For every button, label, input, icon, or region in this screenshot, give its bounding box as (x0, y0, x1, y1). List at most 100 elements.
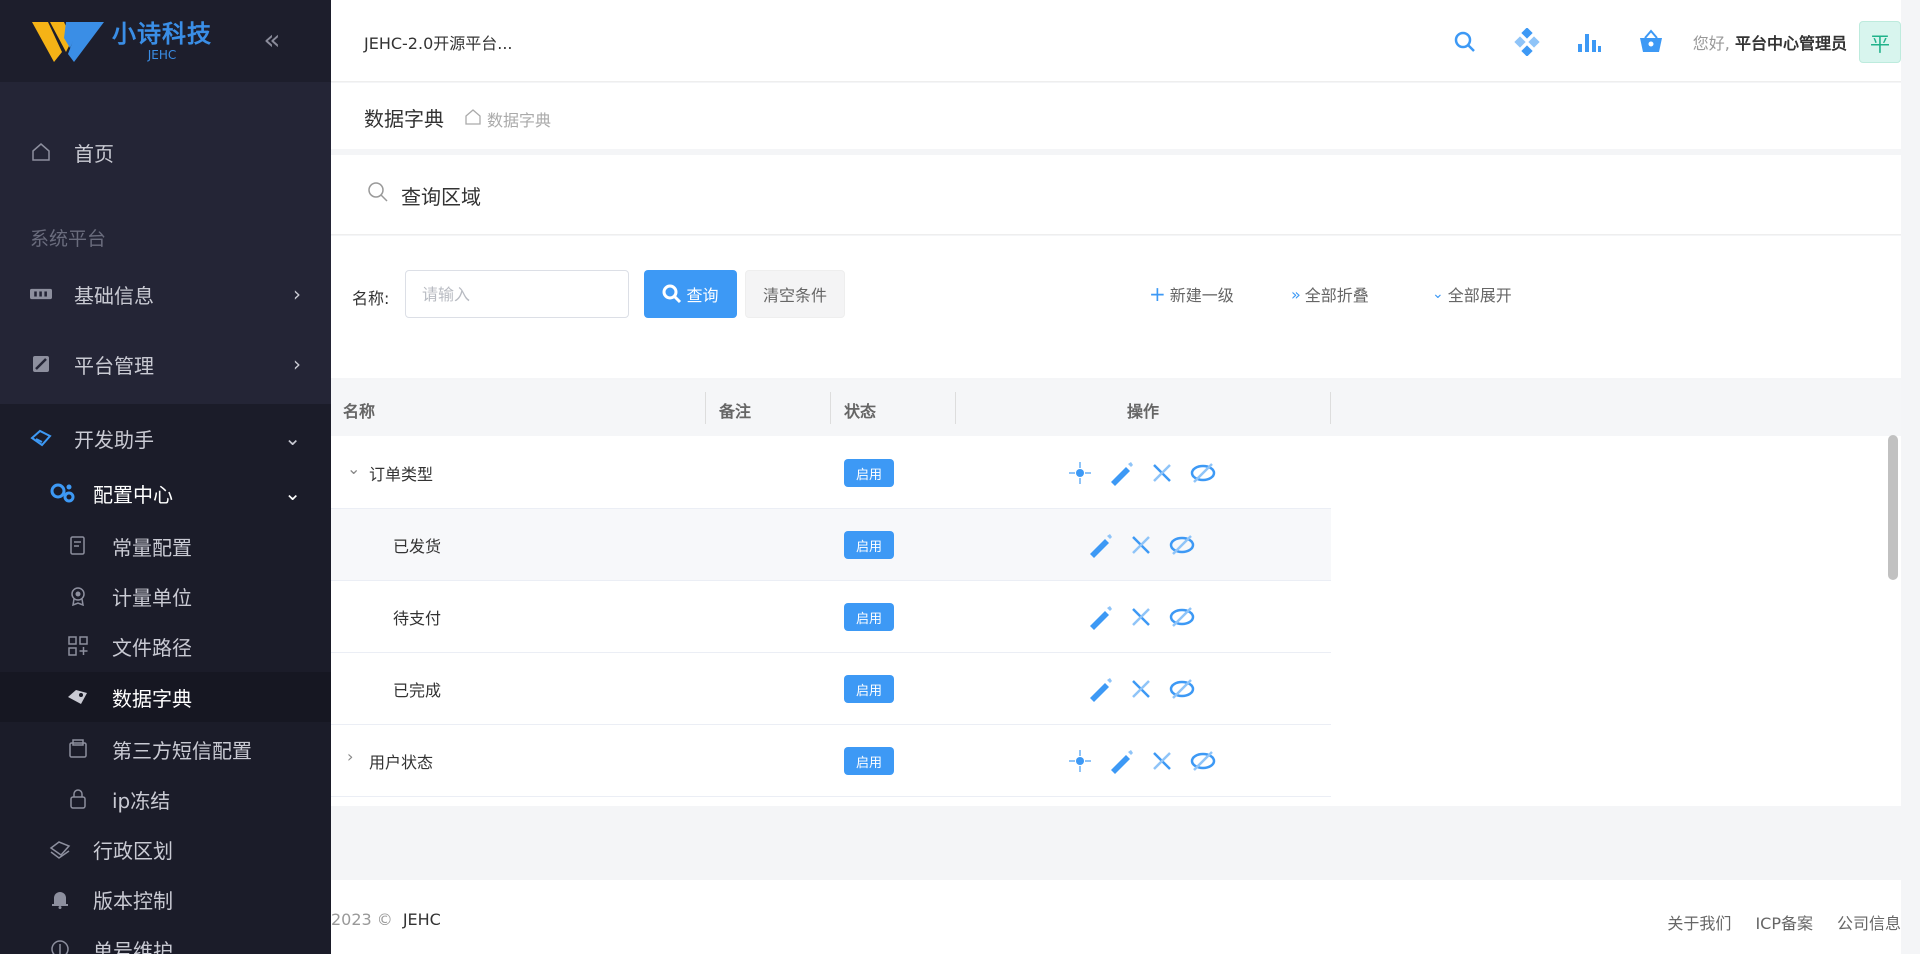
delete-icon[interactable] (1127, 675, 1154, 702)
clear-button[interactable]: 清空条件 (745, 270, 845, 318)
table-row[interactable]: 待支付 启用 (331, 581, 1331, 653)
delete-icon[interactable] (1148, 747, 1175, 774)
query-title: 查询区域 (401, 185, 481, 209)
sidebar-item-basic-info[interactable]: 基础信息 › (0, 264, 331, 324)
chevrons-down-icon: ⌄ (1432, 286, 1444, 302)
table-row[interactable]: 已发货 启用 (331, 509, 1331, 581)
sidebar-item-version-control[interactable]: 版本控制 (0, 876, 331, 922)
add-child-icon[interactable] (1066, 459, 1093, 486)
chevron-down-icon: ⌄ (284, 426, 301, 450)
row-name: 已完成 (393, 681, 442, 700)
status-badge: 启用 (844, 747, 894, 775)
disable-icon[interactable] (1189, 747, 1216, 774)
top-header: JEHC-2.0开源平台... 您好, 平台中心管理员 平 (331, 0, 1901, 82)
column-header-name[interactable]: 名称 (343, 398, 375, 422)
disable-icon[interactable] (1168, 531, 1195, 558)
edit-icon[interactable] (1086, 531, 1113, 558)
logo-subtitle: JEHC (147, 48, 177, 62)
delete-icon[interactable] (1127, 531, 1154, 558)
breadcrumb-item[interactable]: 数据字典 (487, 107, 551, 131)
sidebar-item-file-path[interactable]: 文件路径 (0, 623, 331, 669)
vertical-scrollbar[interactable] (1888, 435, 1898, 580)
delete-icon[interactable] (1127, 603, 1154, 630)
grid-icon (30, 283, 52, 305)
sidebar-item-label: 单号维护 (93, 938, 173, 954)
column-divider[interactable] (705, 392, 706, 424)
logo-title: 小诗科技 (112, 20, 212, 48)
document-edit-icon (67, 535, 89, 557)
sidebar-item-label: 行政区划 (93, 838, 173, 863)
search-icon[interactable] (1445, 22, 1485, 62)
footer-link-company[interactable]: 公司信息 (1837, 910, 1901, 934)
edit-icon[interactable] (1107, 747, 1134, 774)
footer-link-about[interactable]: 关于我们 (1667, 910, 1731, 934)
disable-icon[interactable] (1168, 603, 1195, 630)
sidebar-item-dev-assistant[interactable]: 开发助手 ⌄ (0, 408, 331, 468)
data-table: 名称 备注 状态 操作 ⌄ 订单类型 启用 已发货 启用 待支付 启用 已完成 … (331, 380, 1901, 806)
lock-icon (67, 788, 89, 810)
column-header-status[interactable]: 状态 (844, 398, 876, 422)
expand-all-label: 全部展开 (1447, 286, 1512, 305)
plus-icon: + (1149, 282, 1166, 306)
basket-icon[interactable] (1631, 22, 1671, 62)
sidebar-item-order-number[interactable]: 单号维护 (0, 926, 331, 954)
chevron-down-icon[interactable]: ⌄ (347, 459, 360, 478)
gears-icon (49, 482, 75, 504)
row-name: 订单类型 (369, 465, 434, 484)
page-title: 数据字典 (364, 107, 444, 131)
status-badge: 启用 (844, 603, 894, 631)
column-header-actions[interactable]: 操作 (1127, 398, 1159, 422)
sidebar-item-platform[interactable]: 平台管理 › (0, 334, 331, 394)
collapse-sidebar-icon[interactable]: « (257, 26, 287, 56)
add-child-icon[interactable] (1066, 747, 1093, 774)
breadcrumb: 数据字典 (465, 107, 551, 131)
sidebar-item-constants[interactable]: 常量配置 (0, 523, 331, 569)
sidebar-item-ip-freeze[interactable]: ip冻结 (0, 776, 331, 822)
bar-chart-icon[interactable] (1569, 22, 1609, 62)
user-name[interactable]: 平台中心管理员 (1735, 34, 1847, 53)
column-divider[interactable] (955, 392, 956, 424)
copyright: 2023 © JEHC (331, 910, 441, 929)
sidebar-item-sms-config[interactable]: 第三方短信配置 (0, 726, 331, 772)
footer-links: 关于我们 ICP备案 公司信息 (1667, 910, 1901, 934)
column-divider[interactable] (1330, 392, 1331, 424)
apps-diamond-icon[interactable] (1507, 22, 1547, 62)
home-icon[interactable] (465, 109, 481, 129)
logo-bar: 小诗科技 JEHC « (0, 0, 331, 82)
edit-icon[interactable] (1086, 675, 1113, 702)
name-input[interactable] (405, 270, 629, 318)
sidebar-item-label: 版本控制 (93, 888, 173, 913)
sidebar-item-label: 常量配置 (112, 535, 192, 560)
table-row[interactable]: ⌄ 订单类型 启用 (331, 437, 1331, 509)
delete-icon[interactable] (1148, 459, 1175, 486)
search-button[interactable]: 查询 (644, 270, 737, 318)
edit-icon[interactable] (1086, 603, 1113, 630)
table-header: 名称 备注 状态 操作 (331, 380, 1901, 436)
sidebar-item-units[interactable]: 计量单位 (0, 573, 331, 619)
bell-icon (49, 888, 71, 910)
disable-icon[interactable] (1168, 675, 1195, 702)
sidebar-item-config-center[interactable]: 配置中心 ⌄ (0, 468, 331, 518)
logo-mark-icon (30, 18, 106, 64)
sidebar-item-admin-division[interactable]: 行政区划 (0, 826, 331, 872)
table-row[interactable]: 已完成 启用 (331, 653, 1331, 725)
chevron-right-icon[interactable]: › (347, 747, 353, 766)
new-top-level-button[interactable]: + 新建一级 (1149, 282, 1234, 306)
expand-all-button[interactable]: ⌄ 全部展开 (1432, 282, 1512, 306)
footer-link-icp[interactable]: ICP备案 (1755, 910, 1813, 934)
header-actions: 您好, 平台中心管理员 平 (1423, 21, 1901, 63)
greeting-text: 您好, (1692, 34, 1730, 53)
sidebar-item-data-dictionary[interactable]: 数据字典 (0, 672, 331, 722)
row-actions (1066, 459, 1216, 486)
collapse-all-button[interactable]: » 全部折叠 (1291, 282, 1369, 306)
table-row[interactable]: › 用户状态 启用 (331, 725, 1331, 797)
edit-icon[interactable] (1107, 459, 1134, 486)
sidebar-item-home[interactable]: 首页 (0, 122, 331, 182)
column-header-remark[interactable]: 备注 (719, 398, 751, 422)
section-title: 系统平台 (30, 228, 107, 250)
avatar[interactable]: 平 (1859, 21, 1901, 63)
disable-icon[interactable] (1189, 459, 1216, 486)
status-badge: 启用 (844, 459, 894, 487)
hand-icon (30, 427, 52, 449)
column-divider[interactable] (830, 392, 831, 424)
